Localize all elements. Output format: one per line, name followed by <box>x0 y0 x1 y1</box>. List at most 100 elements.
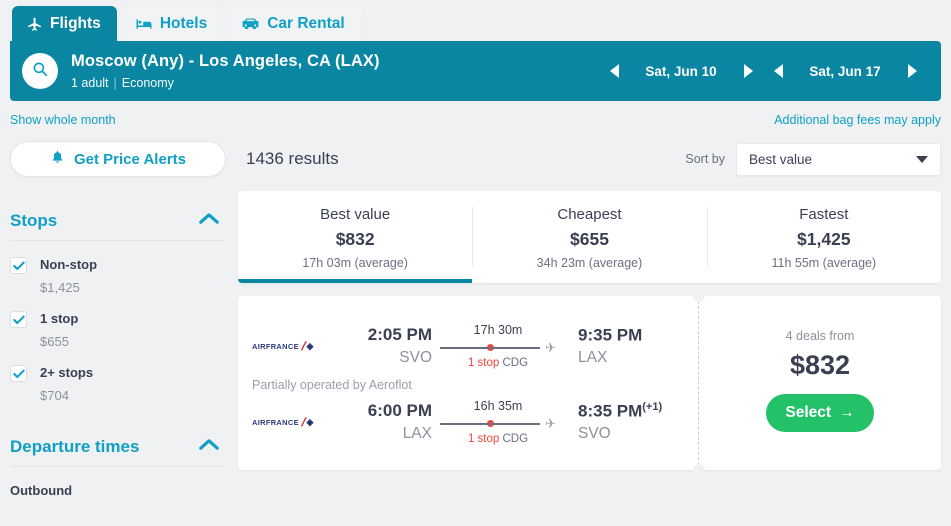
depart-block: 2:05 PM SVO <box>336 325 432 367</box>
airline-name: AIRFRANCE <box>252 341 299 351</box>
chevron-right-icon <box>743 64 753 78</box>
leg-line: ✈ <box>440 417 556 430</box>
select-button-label: Select <box>785 403 832 421</box>
return-next-day-button[interactable] <box>897 54 927 88</box>
value-tabs: Best value $832 17h 03m (average) Cheape… <box>238 191 941 283</box>
stop-count: 1 stop <box>467 357 500 369</box>
checkbox-1-stop[interactable] <box>10 311 27 328</box>
card-divider <box>693 290 705 476</box>
leg-stops: 1 stop CDG <box>440 357 556 369</box>
departure-times-filter-header[interactable]: Departure times <box>10 437 224 467</box>
stops-option-label: Non-stop <box>40 257 98 272</box>
leg-duration: 17h 30m <box>473 323 523 337</box>
flight-legs: AIRFRANCE / ◈ 2:05 PM SVO 17h 30m ✈ 1 st… <box>238 296 698 470</box>
depart-date-label[interactable]: Sat, Jun 10 <box>629 64 733 79</box>
depart-airport-code: SVO <box>399 349 432 366</box>
airline-logo-icon: AIRFRANCE / ◈ <box>252 339 314 353</box>
stops-filter: Stops Non-stop $1,425 1 stop $655 2+ sto… <box>10 211 224 403</box>
stop-count: 1 stop <box>467 433 500 445</box>
operated-by-note: Partially operated by Aeroflot <box>252 378 412 392</box>
leg-line-left <box>440 422 490 425</box>
stops-option-2-plus-stops[interactable]: 2+ stops $704 <box>10 364 224 403</box>
depart-prev-day-button[interactable] <box>599 54 629 88</box>
value-tab-fastest[interactable]: Fastest $1,425 11h 55m (average) <box>706 191 941 283</box>
bag-fees-link[interactable]: Additional bag fees may apply <box>774 113 941 127</box>
arrive-time: 9:35 PM <box>578 325 674 346</box>
depart-time: 6:00 PM <box>367 401 432 420</box>
value-tab-price: $655 <box>570 229 609 249</box>
airline-logo-icon: AIRFRANCE / ◈ <box>252 415 314 429</box>
value-tab-price: $832 <box>335 229 375 249</box>
value-tab-duration: 11h 55m (average) <box>771 256 877 270</box>
results-main: 1436 results Sort by Best value Best val… <box>238 141 941 498</box>
depart-date-group: Sat, Jun 10 <box>599 54 763 88</box>
checkbox-2-plus-stops[interactable] <box>10 365 27 382</box>
outbound-label: Outbound <box>10 483 73 498</box>
arrive-airport-code: SVO <box>578 425 611 443</box>
select-button[interactable]: Select → <box>766 393 874 432</box>
stops-option-price: $655 <box>40 334 69 349</box>
cabin-class: Economy <box>121 76 174 90</box>
tab-hotels-label: Hotels <box>159 14 208 32</box>
arrive-block: 9:35 PM LAX <box>564 325 674 368</box>
tab-flights[interactable]: Flights <box>12 6 117 41</box>
sort-select[interactable]: Best value <box>736 142 941 176</box>
leg-line-right <box>490 346 541 349</box>
arrive-time: 8:35 PM(+1) <box>578 401 674 422</box>
sub-links-row: Show whole month Additional bag fees may… <box>0 101 951 127</box>
plane-icon <box>26 15 43 32</box>
leg-stops: 1 stop CDG <box>440 433 556 445</box>
tab-car-rental[interactable]: Car Rental <box>227 6 361 41</box>
value-tab-best-value[interactable]: Best value $832 17h 03m (average) <box>238 191 473 283</box>
deals-count: 4 deals from <box>785 328 855 343</box>
value-tab-label: Fastest <box>799 206 849 223</box>
product-tabs: Flights Hotels Car Rental <box>10 6 941 41</box>
chevron-up-icon <box>198 212 220 230</box>
value-tab-cheapest[interactable]: Cheapest $655 34h 23m (average) <box>472 191 706 283</box>
show-whole-month-link[interactable]: Show whole month <box>10 113 116 127</box>
leg-duration-block: 17h 30m ✈ 1 stop CDG <box>432 323 564 369</box>
chevron-right-icon <box>907 64 917 78</box>
stops-option-non-stop[interactable]: Non-stop $1,425 <box>10 256 224 295</box>
search-button[interactable] <box>22 53 58 89</box>
results-count: 1436 results <box>246 149 339 168</box>
depart-next-day-button[interactable] <box>733 54 763 88</box>
chevron-up-icon <box>198 438 220 456</box>
price-panel: 4 deals from $832 Select → <box>699 296 941 470</box>
airline-name: AIRFRANCE <box>252 417 299 427</box>
tab-car-rental-label: Car Rental <box>267 14 345 32</box>
stop-airport-code: CDG <box>502 357 529 369</box>
divider-notch-top <box>693 290 705 302</box>
flight-result-card[interactable]: AIRFRANCE / ◈ 2:05 PM SVO 17h 30m ✈ 1 st… <box>238 290 941 476</box>
tab-hotels[interactable]: Hotels <box>120 6 224 41</box>
value-tab-label: Best value <box>320 206 391 223</box>
depart-block: 6:00 PM LAX <box>336 401 432 443</box>
arrive-time-value: 8:35 PM <box>578 401 643 421</box>
arrive-block: 8:35 PM(+1) SVO <box>564 401 674 444</box>
flight-leg-outbound: AIRFRANCE / ◈ 2:05 PM SVO 17h 30m ✈ 1 st… <box>238 318 698 374</box>
leg-duration-block: 16h 35m ✈ 1 stop CDG <box>432 399 564 445</box>
page-body: Get Price Alerts Stops Non-stop $1,425 1… <box>0 141 951 498</box>
return-date-label[interactable]: Sat, Jun 17 <box>793 64 897 79</box>
leg-line-right <box>490 422 541 425</box>
arrow-right-icon: → <box>839 403 855 421</box>
checkbox-non-stop[interactable] <box>10 257 27 274</box>
filters-sidebar: Get Price Alerts Stops Non-stop $1,425 1… <box>10 141 238 498</box>
value-tab-label: Cheapest <box>557 206 622 223</box>
chevron-left-icon <box>609 64 619 78</box>
stops-option-label: 2+ stops <box>40 365 94 380</box>
return-prev-day-button[interactable] <box>763 54 793 88</box>
stops-filter-title: Stops <box>10 211 58 230</box>
bed-icon <box>135 16 153 32</box>
plane-arrive-icon: ✈ <box>545 416 556 431</box>
arrive-time-value: 9:35 PM <box>578 325 643 345</box>
stops-option-1-stop[interactable]: 1 stop $655 <box>10 310 224 349</box>
route-summary[interactable]: Moscow (Any) - Los Angeles, CA (LAX) 1 a… <box>71 52 380 90</box>
stops-filter-header[interactable]: Stops <box>10 211 224 241</box>
leg-line-left <box>440 346 490 349</box>
get-price-alerts-button[interactable]: Get Price Alerts <box>10 141 226 177</box>
leg-line: ✈ <box>440 341 556 354</box>
chevron-down-icon <box>916 155 928 163</box>
plane-arrive-icon: ✈ <box>545 340 556 355</box>
value-tab-price: $1,425 <box>797 229 851 249</box>
